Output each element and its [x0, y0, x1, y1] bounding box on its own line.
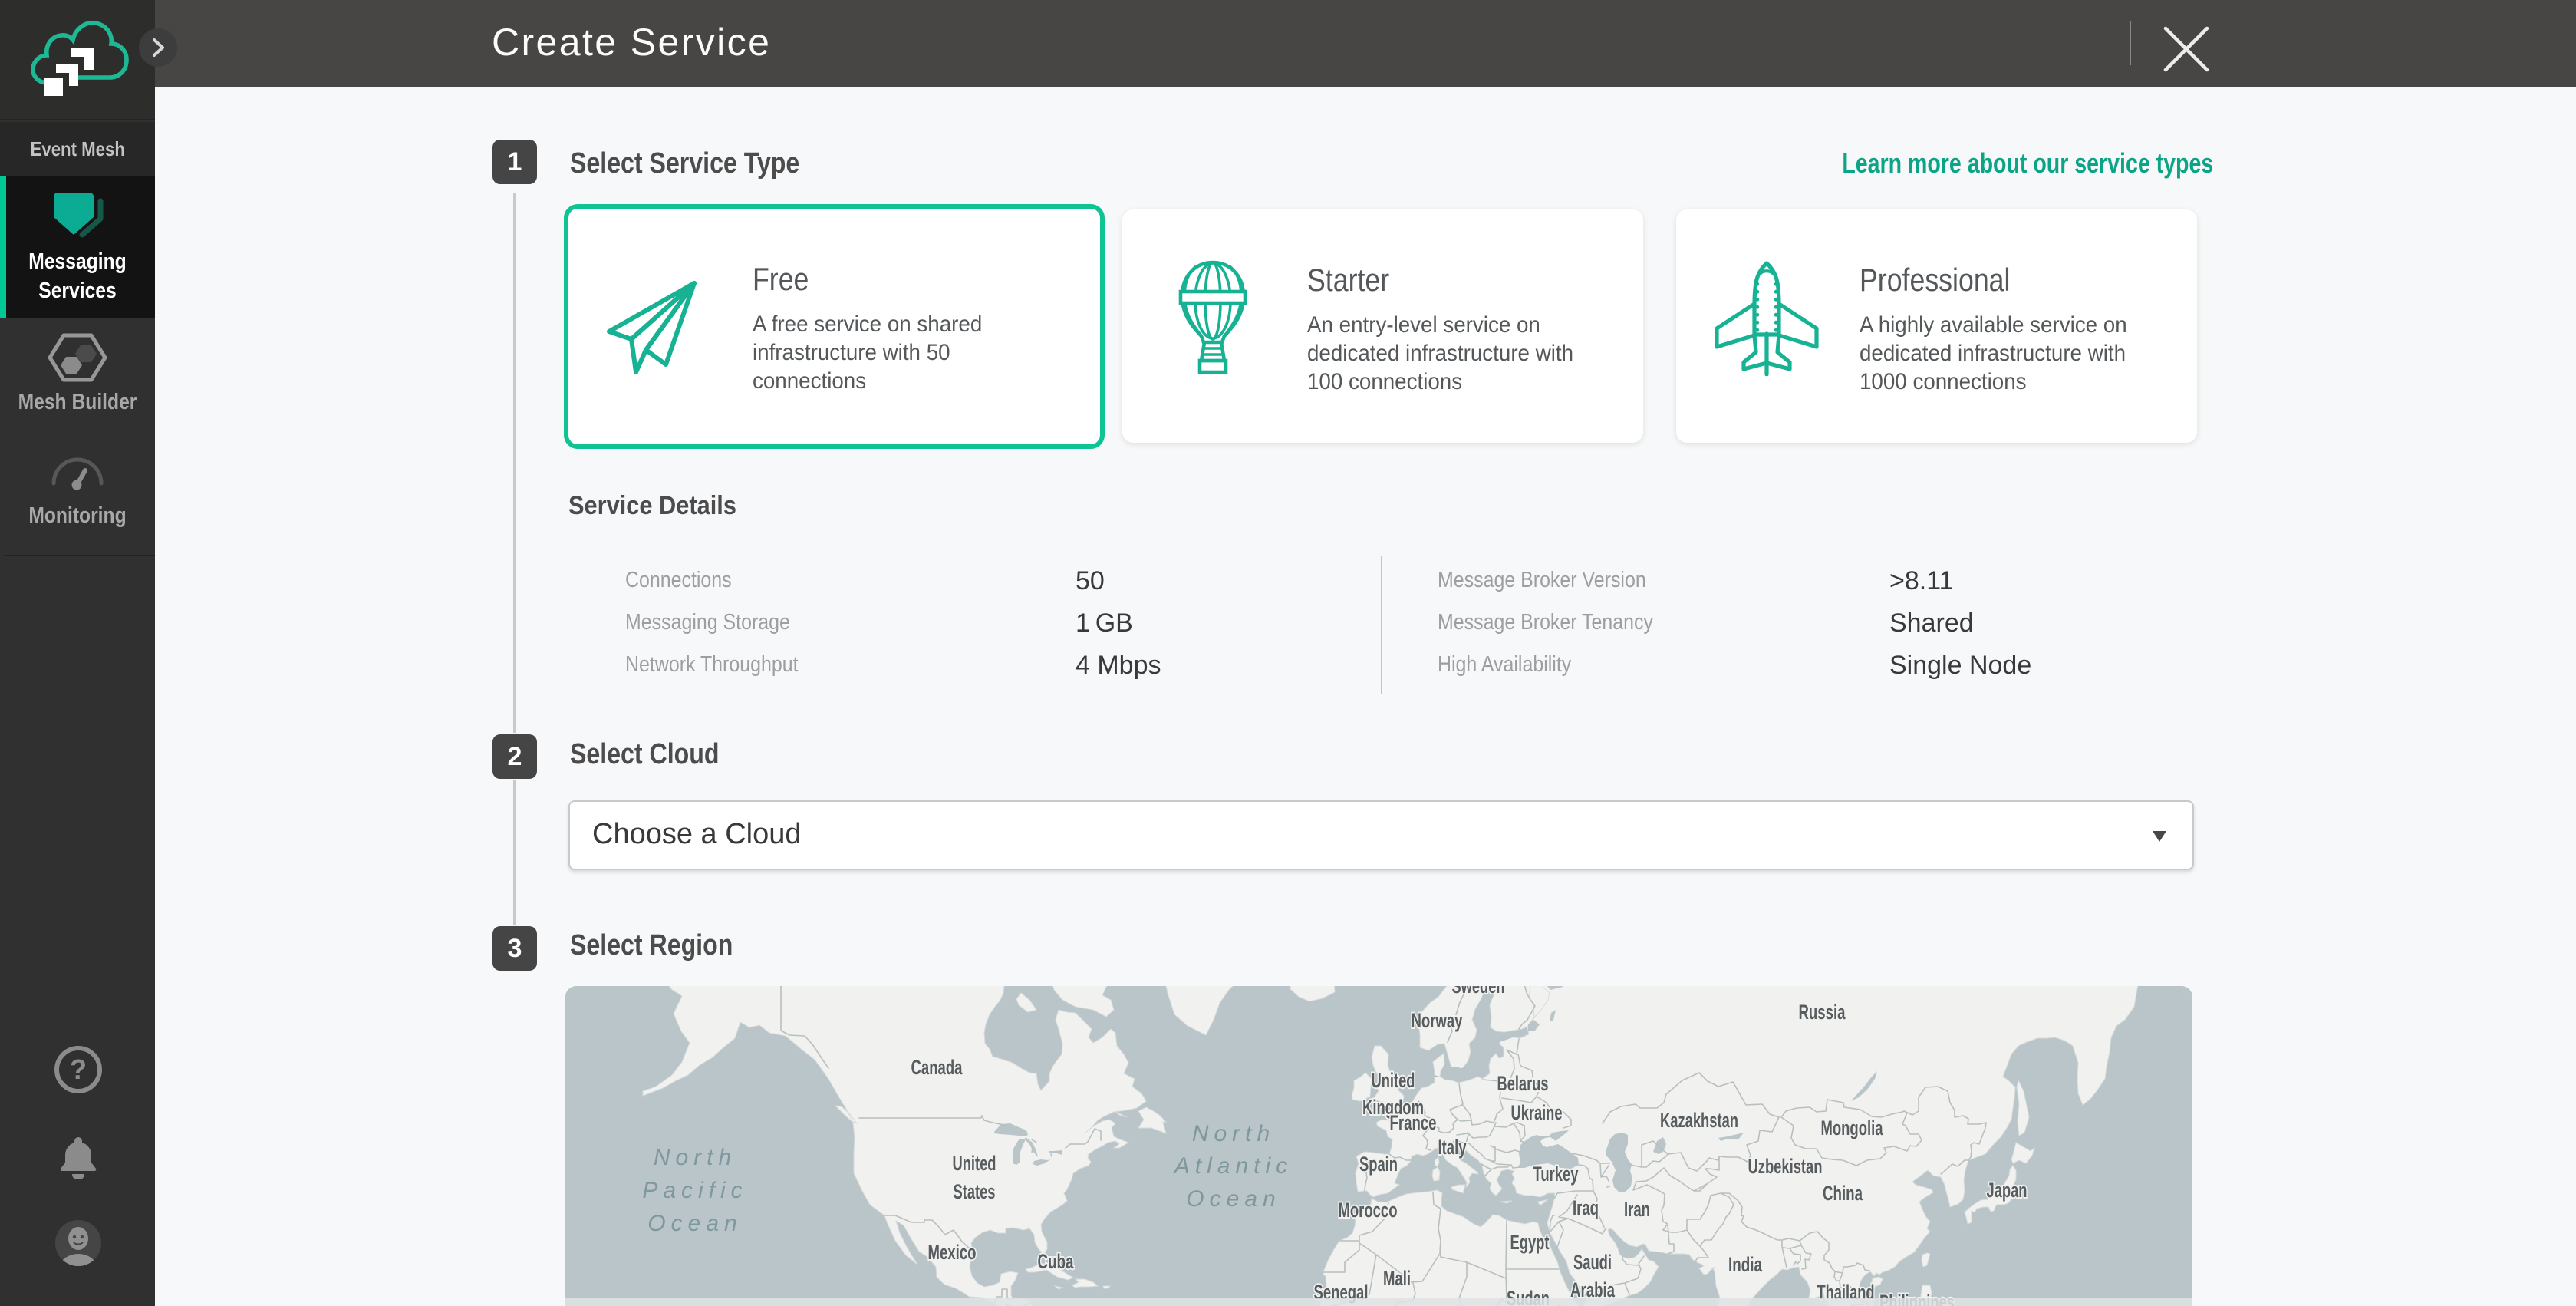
svg-text:Ukraine: Ukraine [1511, 1101, 1563, 1124]
svg-text:Spain: Spain [1359, 1153, 1398, 1176]
svg-text:Norway: Norway [1412, 1009, 1463, 1032]
svg-text:Belarus: Belarus [1497, 1072, 1549, 1095]
svg-text:India: India [1728, 1253, 1763, 1276]
svg-text:?: ? [70, 1054, 87, 1085]
svg-text:States: States [954, 1180, 996, 1203]
svg-text:Mexico: Mexico [928, 1241, 977, 1264]
svg-text:Atlantic: Atlantic [1173, 1153, 1293, 1179]
svg-text:Mongolia: Mongolia [1821, 1116, 1884, 1139]
svg-text:Ocean: Ocean [647, 1211, 742, 1236]
svg-text:Sweden: Sweden [1452, 986, 1505, 998]
svg-text:Iraq: Iraq [1573, 1196, 1599, 1219]
svg-text:Italy: Italy [1438, 1136, 1467, 1159]
svg-text:Kazakhstan: Kazakhstan [1660, 1109, 1738, 1132]
svg-text:Russia: Russia [1799, 1001, 1846, 1024]
svg-text:China: China [1823, 1182, 1863, 1205]
svg-text:Uzbekistan: Uzbekistan [1748, 1155, 1823, 1178]
svg-text:Ocean: Ocean [1186, 1186, 1280, 1212]
svg-text:Japan: Japan [1987, 1179, 2028, 1202]
svg-text:United: United [953, 1152, 996, 1175]
svg-text:Canada: Canada [911, 1056, 964, 1079]
svg-text:United: United [1372, 1069, 1415, 1092]
svg-text:Morocco: Morocco [1339, 1199, 1398, 1222]
svg-text:Mali: Mali [1383, 1267, 1411, 1290]
svg-text:Pacific: Pacific [642, 1178, 747, 1203]
svg-text:North: North [1192, 1121, 1275, 1146]
svg-text:Iran: Iran [1624, 1198, 1650, 1221]
svg-text:Turkey: Turkey [1533, 1163, 1579, 1186]
svg-text:Egypt: Egypt [1510, 1231, 1550, 1254]
svg-text:North: North [654, 1145, 736, 1170]
svg-text:France: France [1390, 1111, 1437, 1134]
svg-text:Saudi: Saudi [1573, 1251, 1612, 1274]
svg-text:Cuba: Cuba [1038, 1250, 1075, 1273]
